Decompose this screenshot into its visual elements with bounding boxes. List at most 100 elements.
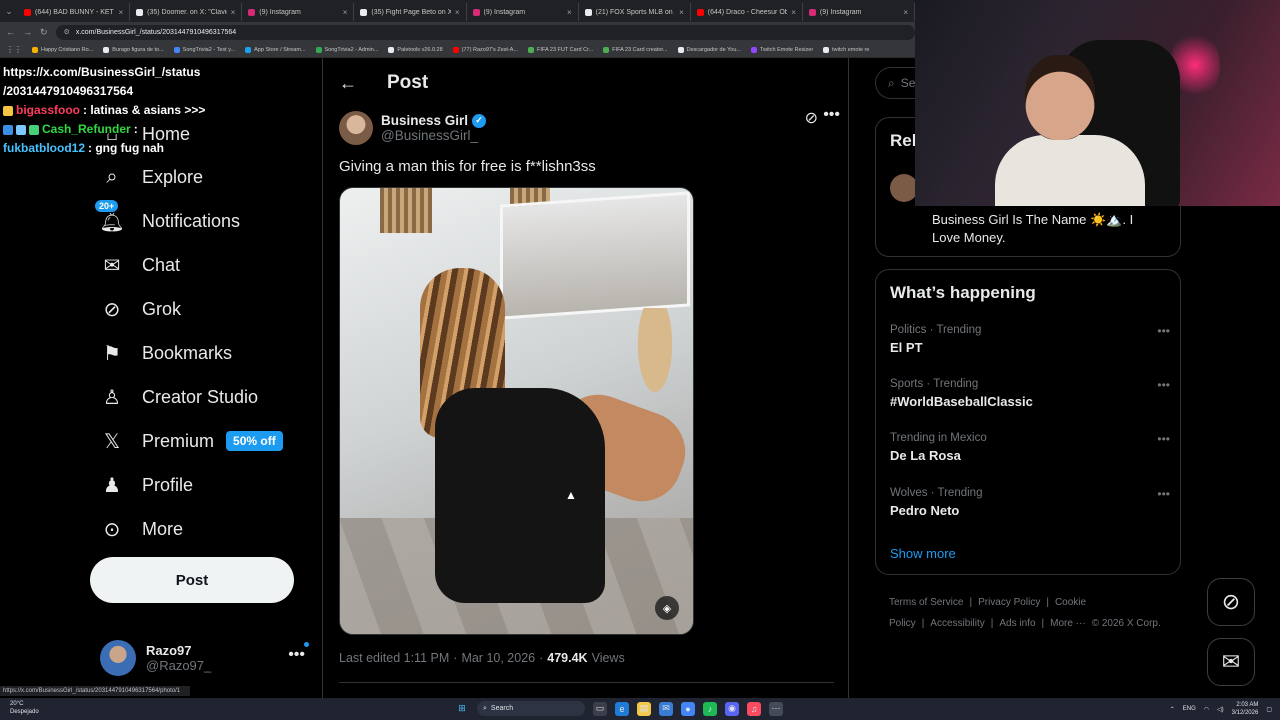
tab-search-chevron-icon[interactable]: ⌄ xyxy=(0,6,18,17)
footer-link[interactable]: More ··· xyxy=(1050,618,1086,629)
messages-fab-icon[interactable]: ✉ xyxy=(1207,638,1255,686)
browser-tab[interactable]: (9) Instagram × xyxy=(803,3,915,21)
apps-grid-icon[interactable]: ⋮⋮ xyxy=(6,45,22,54)
post-button[interactable]: Post xyxy=(90,557,294,603)
volume-icon[interactable]: ◁) xyxy=(1217,706,1224,713)
image-edit-icon[interactable]: ◈ xyxy=(655,596,679,620)
task-view-icon[interactable]: ▭ xyxy=(593,701,607,716)
forward-nav-icon[interactable]: → xyxy=(23,27,32,37)
bookmark-item[interactable]: App Store / Stream... xyxy=(245,46,306,53)
back-nav-icon[interactable]: ← xyxy=(6,27,15,37)
nav-item-more[interactable]: ⊙ More xyxy=(100,517,183,541)
close-tab-icon[interactable]: × xyxy=(679,8,684,17)
post-photo[interactable]: ◈ xyxy=(339,187,694,635)
grok-icon[interactable]: ⊘ xyxy=(805,108,818,128)
nav-item-bookmarks[interactable]: ⚑ Bookmarks xyxy=(100,341,232,365)
bookmark-item[interactable]: Burago figura de to... xyxy=(103,46,164,53)
nav-item-explore[interactable]: ⌕ Explore xyxy=(100,165,203,189)
main-column: ← Post Business Girl ✓ @BusinessGirl_ ⊘ •… xyxy=(322,58,849,698)
post-author[interactable]: Business Girl ✓ @BusinessGirl_ xyxy=(339,110,839,146)
more-dots-icon[interactable]: ••• xyxy=(1157,432,1170,446)
author-name[interactable]: Business Girl xyxy=(381,113,468,128)
notifications-icon[interactable]: ▢ xyxy=(1266,706,1272,713)
grok-fab-icon[interactable]: ⊘ xyxy=(1207,578,1255,626)
trend-item[interactable]: Politics · Trending El PT ••• xyxy=(890,324,1170,355)
footer-link[interactable]: Ads info xyxy=(999,618,1035,629)
bookmark-item[interactable]: twitch emote re xyxy=(823,46,869,53)
browser-tab[interactable]: (35) Fight Page Beto on X: "Mi × xyxy=(354,3,467,21)
bookmark-item[interactable]: (77) Razo97's Zest-A... xyxy=(452,46,519,53)
nav-item-chat[interactable]: ✉ Chat xyxy=(100,253,180,277)
taskbar-search[interactable]: ⌕ Search xyxy=(477,701,585,716)
close-tab-icon[interactable]: × xyxy=(118,8,123,17)
reload-icon[interactable]: ↻ xyxy=(40,27,48,38)
wifi-icon[interactable]: ◠ xyxy=(1204,706,1209,713)
relevant-bio: Business Girl Is The Name ☀️🏔️. I Love M… xyxy=(932,212,1134,245)
edited-time[interactable]: Last edited 1:11 PM xyxy=(339,651,449,665)
bookmark-item[interactable]: FIFA 23 Card creator... xyxy=(603,46,668,53)
clock[interactable]: 2:03 AM 3/12/2026 xyxy=(1232,701,1259,717)
bookmark-item[interactable]: FIFA 23 FUT Card Cr... xyxy=(528,46,593,53)
back-arrow-icon[interactable]: ← xyxy=(339,73,357,94)
music-icon[interactable]: ♫ xyxy=(747,701,761,716)
footer-link[interactable]: Terms of Service xyxy=(889,597,963,608)
site-info-icon[interactable]: ⚙ xyxy=(64,28,70,36)
browser-tab[interactable]: (9) Instagram × xyxy=(242,3,355,21)
more-dots-icon[interactable]: ••• xyxy=(1157,487,1170,501)
nav-item-notifications[interactable]: 🔔︎ 20+ Notifications xyxy=(94,199,240,233)
bookmark-item[interactable]: Happy Cristiano Ro... xyxy=(32,46,93,53)
trend-item[interactable]: Wolves · Trending Pedro Neto ••• xyxy=(890,487,1170,518)
chrome-icon[interactable]: ● xyxy=(681,701,695,716)
browser-tab[interactable]: (35) Doomer. on X: "Clavicula × xyxy=(130,3,243,21)
close-tab-icon[interactable]: × xyxy=(903,8,908,17)
nav-item-premium[interactable]: 𝕏 Premium 50% off xyxy=(100,429,283,453)
tray-chevron-icon[interactable]: ⌃ xyxy=(1170,706,1175,713)
bookmark-label: (77) Razo97's Zest-A... xyxy=(461,46,519,53)
account-switcher[interactable]: Razo97 @Razo97_ ••• xyxy=(100,638,315,678)
close-tab-icon[interactable]: × xyxy=(567,8,572,17)
bookmark-item[interactable]: SongTrivia2 - Admin... xyxy=(315,46,378,53)
close-tab-icon[interactable]: × xyxy=(231,8,236,17)
spotify-icon[interactable]: ♪ xyxy=(703,701,717,716)
more-dots-icon[interactable]: ••• xyxy=(1157,378,1170,392)
browser-tab[interactable]: (9) Instagram × xyxy=(467,3,579,21)
nav-item-creator-studio[interactable]: ♙ Creator Studio xyxy=(100,385,258,409)
author-handle[interactable]: @BusinessGirl_ xyxy=(381,128,486,143)
post-date[interactable]: Mar 10, 2026 xyxy=(461,651,535,665)
browser-tab[interactable]: (644) Draco - Cheesur Obstract × xyxy=(691,3,803,21)
windows-start-icon[interactable]: ⊞ xyxy=(455,702,469,716)
footer-link[interactable]: © 2026 X Corp. xyxy=(1092,618,1161,629)
bookmark-item[interactable]: Descargador de You... xyxy=(677,46,741,53)
account-name: Razo97 xyxy=(146,643,192,658)
relevant-avatar[interactable] xyxy=(890,174,918,202)
footer-link[interactable]: Accessibility xyxy=(930,618,984,629)
nav-item-profile[interactable]: ♟ Profile xyxy=(100,473,193,497)
mail-icon[interactable]: ✉ xyxy=(659,701,673,716)
bookmark-item[interactable]: SongTrivia2 - Test y... xyxy=(173,46,235,53)
bookmark-item[interactable]: Paletools v26.0.28 xyxy=(388,46,443,53)
browser-tab[interactable]: (21) FOX Sports MLB on X: "Th × xyxy=(579,3,691,21)
show-more-link[interactable]: Show more xyxy=(890,546,956,561)
edge-browser-icon[interactable]: e xyxy=(615,701,629,716)
footer-link[interactable]: Privacy Policy xyxy=(978,597,1040,608)
language-indicator[interactable]: ENG xyxy=(1183,706,1196,712)
more-dots-icon[interactable]: ••• xyxy=(823,106,840,124)
weather-widget[interactable]: 20°C Despejado xyxy=(10,700,39,716)
close-tab-icon[interactable]: × xyxy=(343,8,348,17)
close-tab-icon[interactable]: × xyxy=(791,8,796,17)
more-dots-icon[interactable]: ••• xyxy=(288,646,305,664)
url-field[interactable]: ⚙ x.com/BusinessGirl_/status/20314479104… xyxy=(55,24,915,40)
app-icon[interactable]: ⋯ xyxy=(769,701,783,716)
more-dots-icon[interactable]: ••• xyxy=(1157,324,1170,338)
author-avatar[interactable] xyxy=(339,111,373,145)
nav-item-grok[interactable]: ⊘ Grok xyxy=(100,297,181,321)
search-input[interactable]: ⌕ Se xyxy=(875,67,915,99)
discord-icon[interactable]: ◉ xyxy=(725,701,739,716)
trend-item[interactable]: Trending in Mexico De La Rosa ••• xyxy=(890,432,1170,463)
bookmark-item[interactable]: Twitch Emote Resizer xyxy=(750,46,813,53)
browser-tab[interactable]: (644) BAD BUNNY - KETU TeCHNO × xyxy=(18,3,131,21)
trend-category: Trending in Mexico xyxy=(890,432,987,444)
close-tab-icon[interactable]: × xyxy=(455,8,460,17)
file-explorer-icon[interactable]: ▤ xyxy=(637,701,651,716)
trend-item[interactable]: Sports · Trending #WorldBaseballClassic ••… xyxy=(890,378,1170,409)
